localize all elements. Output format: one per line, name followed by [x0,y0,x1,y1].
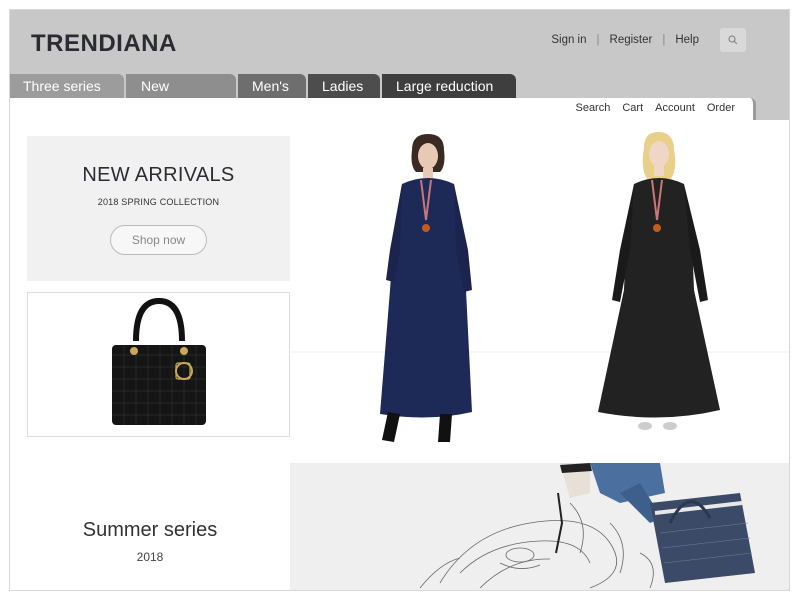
site-header: TRENDIANA Sign in | Register | Help Thre… [10,10,789,120]
site-logo[interactable]: TRENDIANA [31,30,177,58]
summer-title[interactable]: Summer series [10,519,290,542]
main-nav-tabs: Three series New products Men's Ladies L… [10,74,518,118]
tab-three-series[interactable]: Three series [10,74,124,98]
handbag-image [112,297,206,425]
promo-title: NEW ARRIVALS [82,164,235,186]
tab-mens[interactable]: Men's [238,74,306,98]
shop-now-button[interactable]: Shop now [110,225,207,255]
navy-dress-model[interactable] [380,134,472,442]
subnav-account-link[interactable]: Account [655,102,695,114]
featured-dresses [290,120,789,463]
page-frame: TRENDIANA Sign in | Register | Help Thre… [9,9,790,591]
help-link[interactable]: Help [675,34,699,46]
summer-series-section: Summer series 2018 [10,463,290,590]
register-link[interactable]: Register [610,34,653,46]
summer-banner-image[interactable] [290,463,789,590]
subnav-search-link[interactable]: Search [575,102,610,114]
new-arrivals-promo: NEW ARRIVALS 2018 SPRING COLLECTION Shop… [27,136,290,281]
sub-navigation: Search Cart Account Order [10,98,756,120]
tab-new-products[interactable]: New products [126,74,236,118]
search-button[interactable] [720,28,746,52]
tab-large-reduction[interactable]: Large reduction [382,74,516,98]
search-icon [728,35,738,45]
account-links: Sign in | Register | Help [551,34,699,46]
separator: | [596,34,600,46]
sign-in-link[interactable]: Sign in [551,34,586,46]
black-dress-model[interactable] [598,132,720,430]
subnav-order-link[interactable]: Order [707,102,735,114]
separator: | [662,34,666,46]
summer-year: 2018 [136,550,164,564]
promo-subtitle: 2018 SPRING COLLECTION [97,197,220,207]
tab-ladies[interactable]: Ladies [308,74,380,98]
handbag-product-tile[interactable] [27,292,290,437]
subnav-cart-link[interactable]: Cart [622,102,643,114]
